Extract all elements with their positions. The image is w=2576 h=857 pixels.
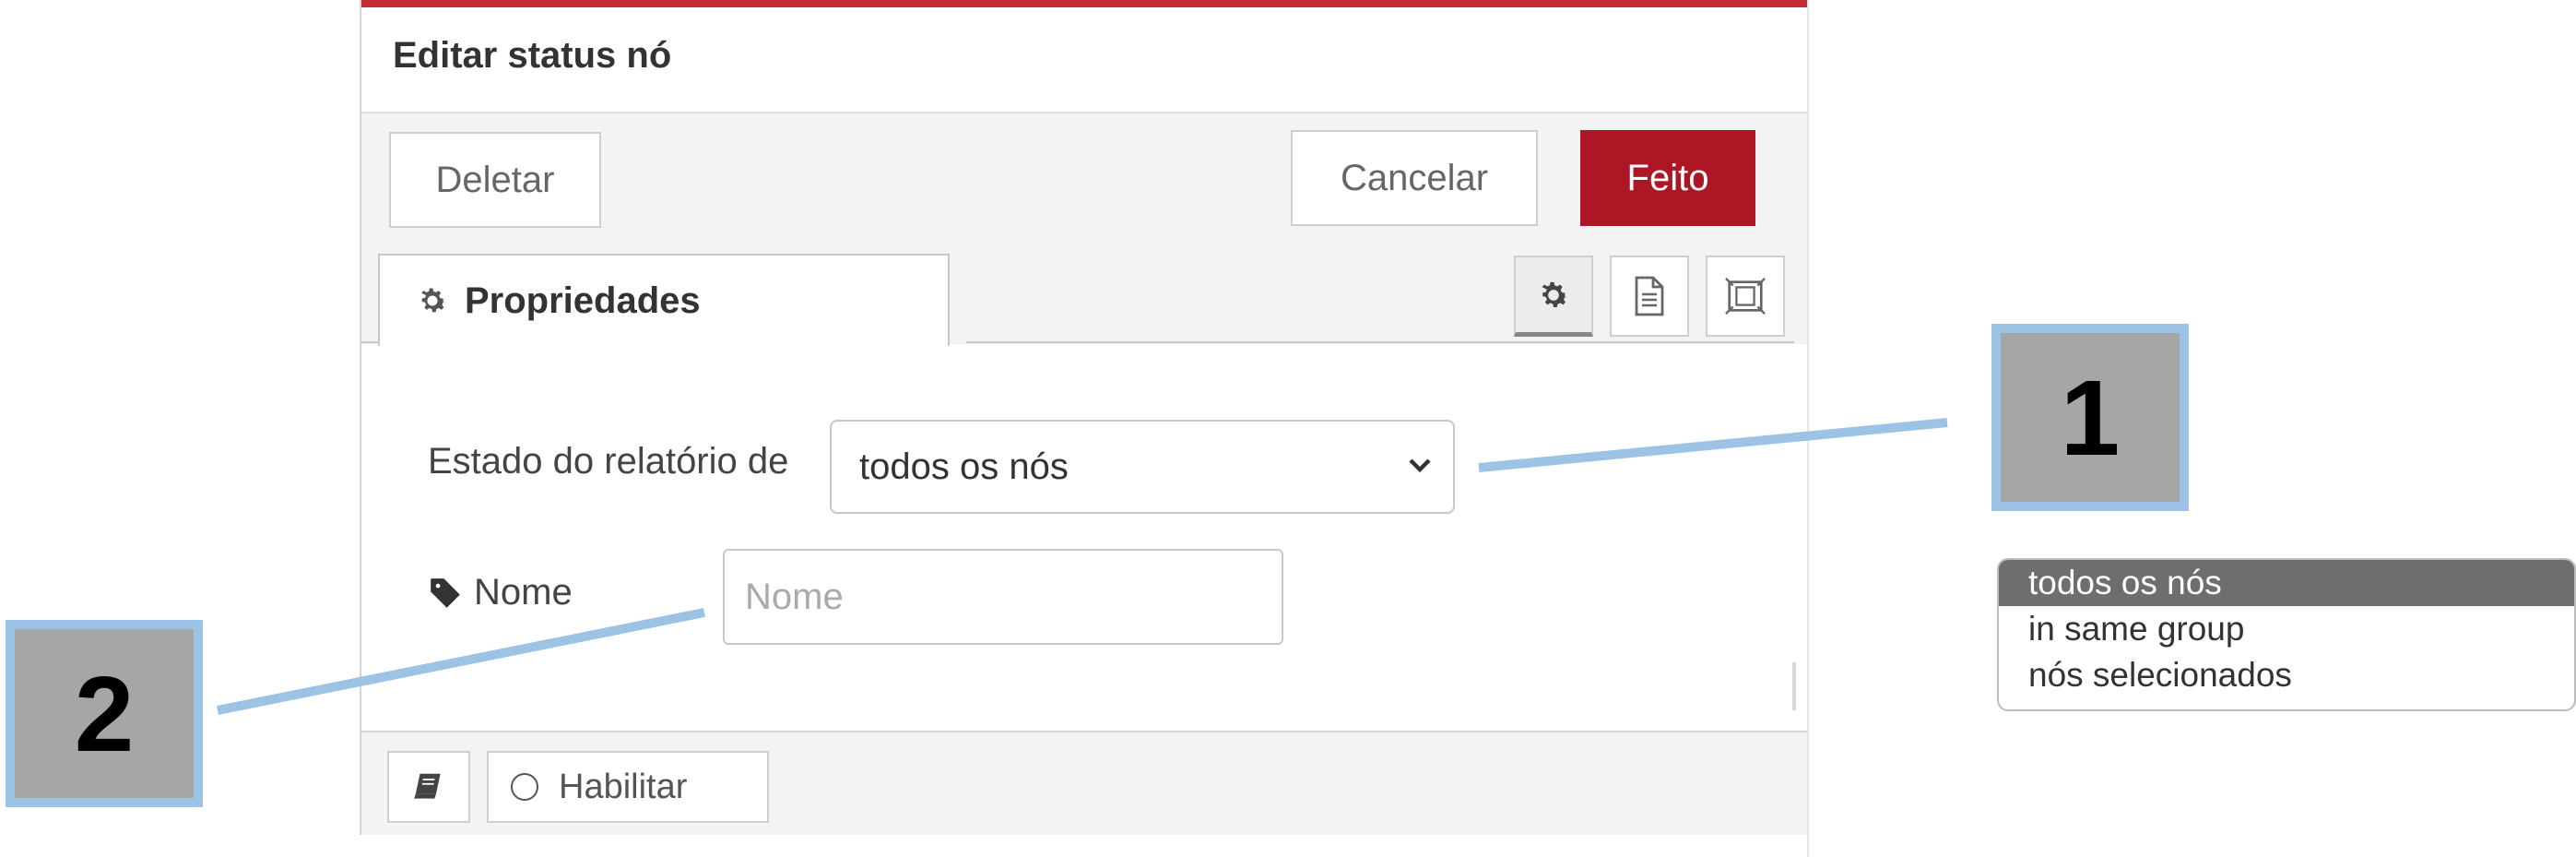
dropdown-option-selected-nodes[interactable]: nós selecionados xyxy=(1999,652,2574,698)
scope-dropdown-list: todos os nós in same group nós seleciona… xyxy=(1997,558,2576,711)
callout-badge-1: 1 xyxy=(1991,324,2189,511)
dropdown-option-all-nodes[interactable]: todos os nós xyxy=(1999,560,2574,606)
callout-2-connector xyxy=(217,608,705,715)
callout-1-connector xyxy=(1478,418,1948,472)
callout-connectors xyxy=(217,418,1948,715)
dropdown-option-same-group[interactable]: in same group xyxy=(1999,606,2574,652)
callout-badge-2: 2 xyxy=(6,620,203,807)
